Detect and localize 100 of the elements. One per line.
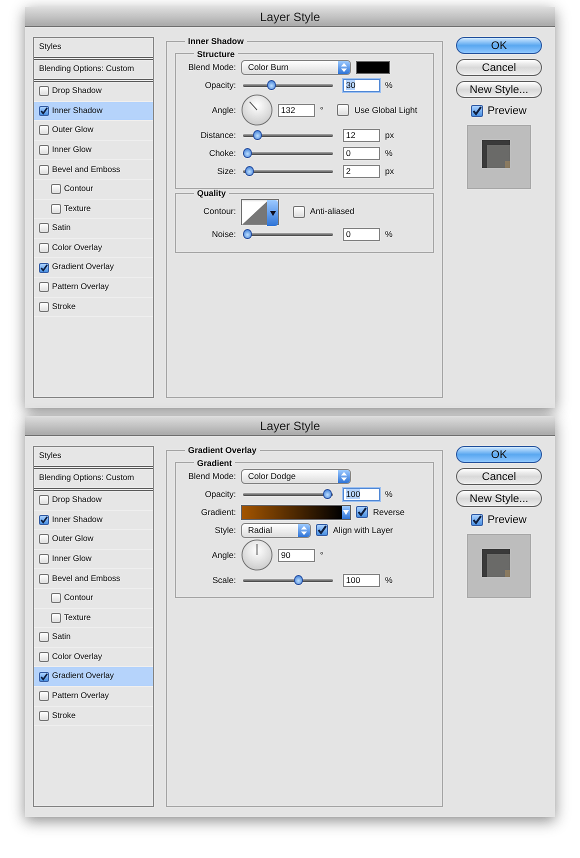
checkbox[interactable] bbox=[39, 691, 49, 702]
slider-thumb[interactable] bbox=[267, 80, 276, 90]
input-field[interactable]: 100 bbox=[343, 488, 380, 500]
checkbox[interactable] bbox=[51, 184, 61, 194]
checkbox[interactable] bbox=[39, 106, 49, 116]
dropdown[interactable]: Color Burn bbox=[241, 60, 351, 74]
sidebar-item[interactable]: Bevel and Emboss bbox=[34, 569, 153, 589]
sidebar-item[interactable]: Blending Options: Custom bbox=[34, 60, 153, 82]
checkbox[interactable] bbox=[39, 632, 49, 642]
checkbox[interactable] bbox=[39, 672, 49, 682]
checkbox[interactable] bbox=[39, 514, 49, 525]
window-title: Layer Style bbox=[260, 10, 320, 24]
input-field[interactable]: 100 bbox=[343, 574, 380, 586]
angle-dial[interactable] bbox=[241, 539, 273, 571]
input-field[interactable]: 0 bbox=[343, 146, 380, 160]
contour-picker[interactable] bbox=[241, 198, 279, 224]
sidebar-item[interactable]: Texture bbox=[34, 608, 153, 628]
dialog-button[interactable]: OK bbox=[456, 37, 542, 54]
sidebar-item[interactable]: Inner Shadow bbox=[34, 510, 153, 530]
input-field[interactable]: 12 bbox=[343, 128, 380, 142]
unit-label: ° bbox=[320, 104, 324, 116]
sidebar-item[interactable]: Styles bbox=[34, 447, 153, 469]
checkbox[interactable] bbox=[471, 514, 484, 526]
dropdown[interactable]: Color Dodge bbox=[241, 468, 351, 484]
dialog-button[interactable]: Cancel bbox=[456, 468, 542, 485]
checkbox[interactable] bbox=[51, 593, 61, 604]
checkbox[interactable] bbox=[39, 302, 49, 312]
checkbox[interactable] bbox=[39, 282, 49, 292]
sidebar-item[interactable]: Inner Glow bbox=[34, 140, 153, 160]
dialog-button[interactable]: OK bbox=[456, 446, 542, 463]
gradient-picker[interactable] bbox=[241, 504, 351, 520]
slider-thumb[interactable] bbox=[323, 488, 332, 498]
slider-thumb[interactable] bbox=[244, 166, 254, 176]
sidebar-item[interactable]: Pattern Overlay bbox=[34, 686, 153, 707]
slider-thumb[interactable] bbox=[243, 229, 252, 239]
input-field[interactable]: 132 bbox=[278, 104, 315, 116]
checkbox[interactable] bbox=[39, 125, 49, 136]
sidebar-item[interactable]: Outer Glow bbox=[34, 121, 153, 141]
sidebar-item[interactable]: Stroke bbox=[34, 298, 153, 318]
color-swatch[interactable] bbox=[356, 60, 390, 74]
checkbox[interactable] bbox=[39, 262, 49, 273]
dialog-button[interactable]: New Style... bbox=[456, 490, 542, 507]
angle-dial[interactable] bbox=[241, 94, 273, 126]
sidebar-item[interactable]: Contour bbox=[34, 588, 153, 609]
sidebar-item[interactable]: Pattern Overlay bbox=[34, 278, 153, 298]
input-field[interactable]: 2 bbox=[343, 164, 380, 178]
checkbox[interactable] bbox=[51, 612, 61, 623]
sidebar-item[interactable]: Satin bbox=[34, 628, 153, 648]
checkbox[interactable] bbox=[39, 495, 49, 506]
checkbox[interactable] bbox=[39, 86, 49, 96]
sidebar-item[interactable]: Color Overlay bbox=[34, 238, 153, 258]
field-label: Choke: bbox=[208, 146, 236, 160]
group-title: Quality bbox=[196, 189, 227, 198]
dropdown[interactable]: Radial bbox=[241, 522, 311, 538]
checkbox[interactable] bbox=[39, 574, 49, 584]
field-label: Angle: bbox=[210, 104, 236, 116]
sidebar-item[interactable]: Drop Shadow bbox=[34, 491, 153, 511]
checkbox[interactable] bbox=[356, 506, 368, 518]
checkbox[interactable] bbox=[293, 206, 305, 218]
dialog-button[interactable]: New Style... bbox=[456, 81, 542, 98]
unit-label: % bbox=[385, 78, 393, 92]
preview-drawing bbox=[467, 124, 531, 188]
sidebar-item[interactable]: Inner Glow bbox=[34, 550, 153, 570]
sidebar-item[interactable]: Contour bbox=[34, 180, 153, 200]
checkbox[interactable] bbox=[39, 652, 49, 662]
checkbox[interactable] bbox=[39, 164, 49, 175]
sidebar-item[interactable]: Stroke bbox=[34, 706, 153, 726]
input-field[interactable]: 30 bbox=[343, 78, 380, 92]
checkbox[interactable] bbox=[39, 145, 49, 156]
sidebar-item[interactable]: Gradient Overlay bbox=[34, 667, 153, 687]
field-label: Distance: bbox=[200, 128, 236, 142]
checkbox[interactable] bbox=[337, 104, 350, 116]
dialog-button[interactable]: Cancel bbox=[456, 59, 542, 76]
checkbox[interactable] bbox=[471, 105, 484, 118]
slider-thumb[interactable] bbox=[252, 130, 262, 140]
sidebar-item[interactable]: Outer Glow bbox=[34, 530, 153, 550]
sidebar-item[interactable]: Texture bbox=[34, 200, 153, 220]
input-field[interactable]: 90 bbox=[278, 548, 315, 562]
slider-thumb[interactable] bbox=[294, 574, 304, 584]
checkbox[interactable] bbox=[316, 524, 328, 536]
stepper-icon bbox=[341, 62, 347, 72]
checkbox[interactable] bbox=[39, 243, 49, 254]
sidebar-item[interactable]: Bevel and Emboss bbox=[34, 160, 153, 180]
sidebar-item[interactable]: Blending Options: Custom bbox=[34, 469, 153, 491]
field-label: Contour: bbox=[202, 205, 236, 218]
sidebar-item[interactable]: Styles bbox=[34, 38, 153, 60]
checkbox-label: Preview bbox=[487, 513, 527, 528]
sidebar-item[interactable]: Inner Shadow bbox=[34, 102, 153, 122]
checkbox[interactable] bbox=[39, 534, 49, 544]
checkbox[interactable] bbox=[39, 554, 49, 564]
sidebar-item[interactable]: Gradient Overlay bbox=[34, 258, 153, 278]
caret-icon bbox=[343, 509, 349, 515]
checkbox[interactable] bbox=[39, 710, 49, 721]
checkbox-label: Anti-aliased bbox=[310, 205, 354, 218]
slider-thumb[interactable] bbox=[243, 148, 252, 158]
unit-label: % bbox=[385, 488, 393, 500]
checkbox[interactable] bbox=[51, 204, 61, 214]
input-field[interactable]: 0 bbox=[343, 228, 380, 241]
checkbox[interactable] bbox=[39, 223, 49, 234]
sidebar-item[interactable]: Satin bbox=[34, 219, 153, 239]
